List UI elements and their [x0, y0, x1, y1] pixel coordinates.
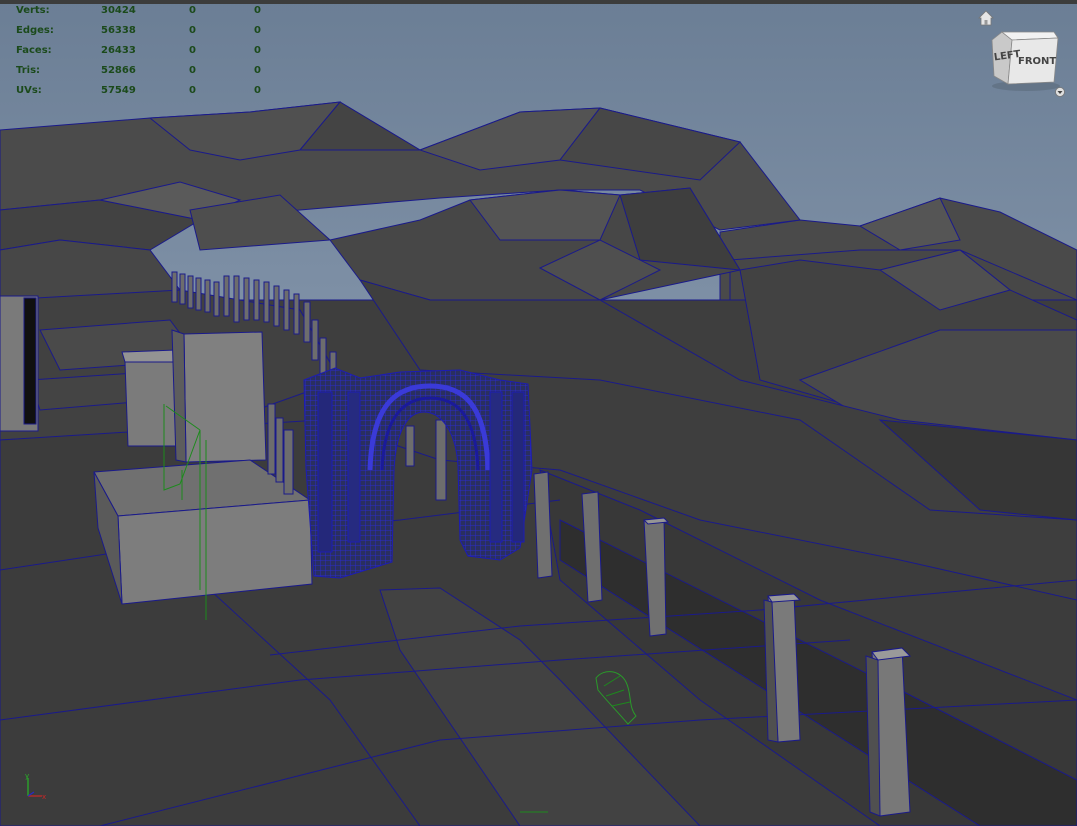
- hud-value-other: 0: [254, 85, 261, 96]
- hud-value-selected: 0: [189, 65, 196, 76]
- hud-value-selected: 0: [189, 5, 196, 16]
- hud-label: Faces:: [16, 45, 52, 56]
- hud-value: 56338: [101, 25, 136, 36]
- viewcube[interactable]: FRONT LEFT: [988, 28, 1060, 92]
- axis-gizmo: y x: [25, 772, 46, 801]
- hud-value-selected: 0: [189, 85, 196, 96]
- hud-value-other: 0: [254, 45, 261, 56]
- hud-value: 30424: [101, 5, 136, 16]
- axis-y-label: y: [25, 772, 29, 780]
- hud-value: 26433: [101, 45, 136, 56]
- hud-value-selected: 0: [189, 45, 196, 56]
- chevron-down-icon[interactable]: [1055, 87, 1065, 97]
- hud-row-edges: Edges: 56338 0 0: [16, 25, 276, 45]
- hud-value-other: 0: [254, 65, 261, 76]
- scene-canvas[interactable]: [0, 0, 1077, 826]
- axis-x-label: x: [42, 793, 46, 801]
- hud-label: Verts:: [16, 5, 50, 16]
- hud-label: UVs:: [16, 85, 42, 96]
- viewport-3d[interactable]: Verts: 30424 0 0 Edges: 56338 0 0 Faces:…: [0, 0, 1077, 826]
- hud-value: 57549: [101, 85, 136, 96]
- panel-toolbar-strip: [0, 0, 1077, 4]
- home-icon[interactable]: [978, 10, 994, 26]
- hud-value-other: 0: [254, 5, 261, 16]
- viewcube-front-label[interactable]: FRONT: [1018, 56, 1056, 67]
- hud-row-uvs: UVs: 57549 0 0: [16, 85, 276, 105]
- hud-row-verts: Verts: 30424 0 0: [16, 5, 276, 25]
- hud-value: 52866: [101, 65, 136, 76]
- hud-label: Edges:: [16, 25, 54, 36]
- poly-count-hud: Verts: 30424 0 0 Edges: 56338 0 0 Faces:…: [16, 5, 276, 105]
- hud-value-selected: 0: [189, 25, 196, 36]
- hud-label: Tris:: [16, 65, 41, 76]
- hud-row-tris: Tris: 52866 0 0: [16, 65, 276, 85]
- hud-row-faces: Faces: 26433 0 0: [16, 45, 276, 65]
- hud-value-other: 0: [254, 25, 261, 36]
